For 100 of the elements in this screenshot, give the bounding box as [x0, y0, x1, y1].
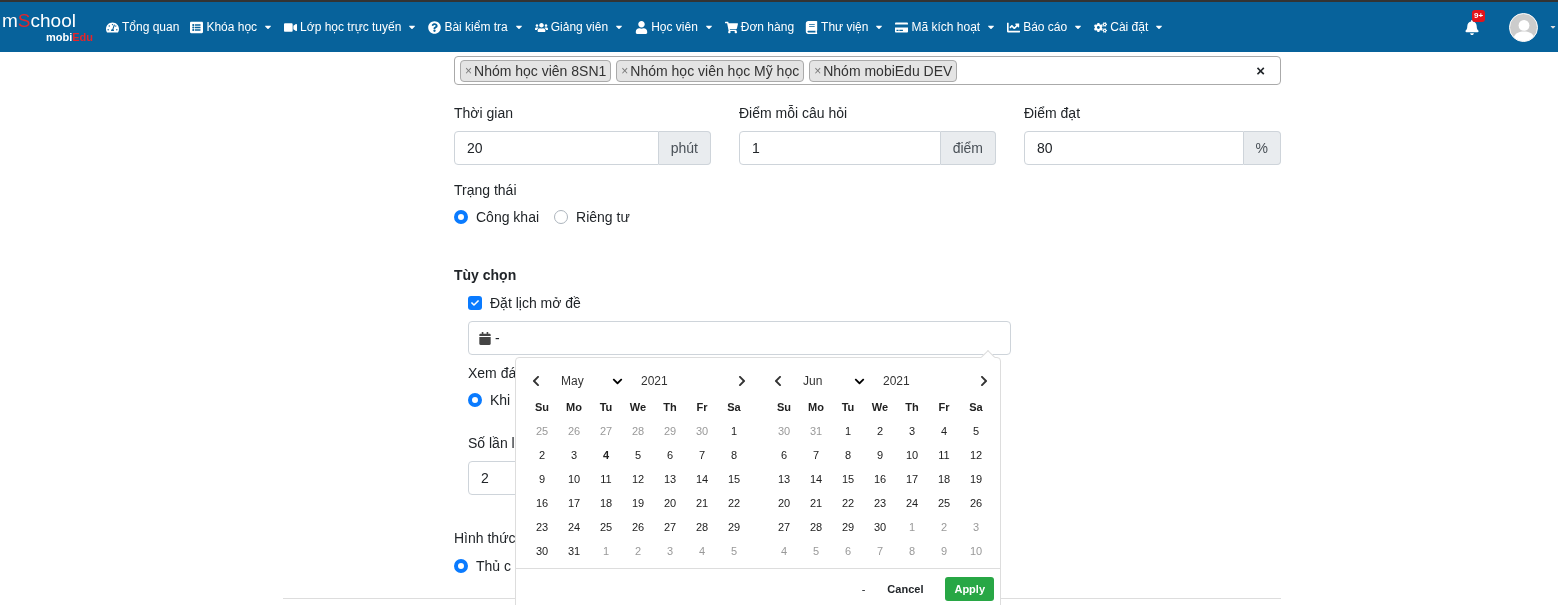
notifications-button[interactable] — [1465, 19, 1479, 35]
next-month-icon[interactable] — [979, 375, 989, 387]
calendar-day[interactable]: 7 — [800, 443, 832, 467]
calendar-day[interactable]: 1 — [832, 419, 864, 443]
calendar-day[interactable]: 3 — [558, 443, 590, 467]
cancel-button[interactable]: Cancel — [879, 577, 932, 601]
calendar-day[interactable]: 24 — [558, 515, 590, 539]
calendar-day[interactable]: 7 — [686, 443, 718, 467]
calendar-day[interactable]: 24 — [896, 491, 928, 515]
calendar-day[interactable]: 16 — [864, 467, 896, 491]
calendar-day[interactable]: 22 — [718, 491, 750, 515]
calendar-day[interactable]: 26 — [622, 515, 654, 539]
remove-tag-icon[interactable]: × — [814, 60, 822, 81]
group-select-field[interactable]: ×Nhóm học viên 8SN1 ×Nhóm học viên học Mỹ học ×Nhóm mobiEdu DEV × — [454, 56, 1281, 85]
calendar-day[interactable]: 21 — [686, 491, 718, 515]
next-month-icon[interactable] — [737, 375, 747, 387]
number-input[interactable]: 80 — [1024, 131, 1244, 165]
radio-option[interactable]: Khi — [468, 390, 511, 410]
calendar-day[interactable]: 2 — [526, 443, 558, 467]
nav-menu-item[interactable]: Cài đặt — [1094, 17, 1165, 37]
calendar-day[interactable]: 1 — [718, 419, 750, 443]
radio-button[interactable] — [468, 393, 482, 407]
calendar-day[interactable]: 4 — [928, 419, 960, 443]
avatar[interactable] — [1509, 12, 1538, 42]
calendar-day[interactable]: 31 — [558, 539, 590, 563]
calendar-day[interactable]: 29 — [718, 515, 750, 539]
calendar-day[interactable]: 4 — [590, 443, 622, 467]
radio-option[interactable]: Thủ c — [454, 556, 511, 576]
clear-selection-button[interactable]: × — [1256, 60, 1265, 81]
calendar-day[interactable]: 27 — [768, 515, 800, 539]
calendar-day[interactable]: 19 — [622, 491, 654, 515]
calendar-day[interactable]: 5 — [960, 419, 992, 443]
previous-month-icon[interactable] — [531, 375, 541, 387]
checkbox[interactable] — [468, 296, 482, 310]
calendar-day[interactable]: 25 — [590, 515, 622, 539]
date-range-input[interactable]: - — [468, 321, 1011, 355]
nav-menu-item[interactable]: Tổng quan — [106, 17, 180, 37]
calendar-day[interactable]: 28 — [686, 515, 718, 539]
calendar-day[interactable]: 27 — [654, 515, 686, 539]
nav-menu-item[interactable]: Học viên — [635, 17, 714, 37]
calendar-day[interactable]: 13 — [768, 467, 800, 491]
calendar-day[interactable]: 9 — [526, 467, 558, 491]
calendar-day[interactable]: 15 — [718, 467, 750, 491]
calendar-day[interactable]: 18 — [928, 467, 960, 491]
nav-menu-item[interactable]: Đơn hàng — [724, 17, 795, 37]
calendar-day[interactable]: 21 — [800, 491, 832, 515]
calendar-day[interactable]: 3 — [896, 419, 928, 443]
calendar-day[interactable]: 20 — [768, 491, 800, 515]
calendar-day[interactable]: 10 — [558, 467, 590, 491]
calendar-day[interactable]: 28 — [800, 515, 832, 539]
calendar-day[interactable]: 6 — [654, 443, 686, 467]
remove-tag-icon[interactable]: × — [621, 60, 629, 81]
calendar-day[interactable]: 12 — [960, 443, 992, 467]
calendar-day[interactable]: 17 — [896, 467, 928, 491]
radio-button[interactable] — [554, 210, 569, 224]
calendar-day[interactable]: 16 — [526, 491, 558, 515]
calendar-day[interactable]: 11 — [928, 443, 960, 467]
radio-option[interactable]: Riêng tư — [554, 207, 630, 227]
number-input[interactable]: 20 — [454, 131, 659, 165]
nav-menu-item[interactable]: Khóa học — [190, 17, 274, 37]
calendar-day[interactable]: 9 — [864, 443, 896, 467]
nav-menu-item[interactable]: Lớp học trực tuyến — [284, 17, 418, 37]
calendar-day[interactable]: 30 — [526, 539, 558, 563]
radio-option[interactable]: Công khai — [454, 207, 540, 227]
calendar-day[interactable]: 14 — [800, 467, 832, 491]
nav-menu-item[interactable]: Mã kích hoạt — [895, 17, 997, 37]
calendar-day[interactable]: 23 — [864, 491, 896, 515]
month-select[interactable]: May — [561, 371, 623, 391]
calendar-day[interactable]: 30 — [864, 515, 896, 539]
nav-menu-item[interactable]: Bài kiểm tra — [428, 17, 524, 37]
logo[interactable]: mSchool mobiEdu — [0, 11, 96, 43]
month-select[interactable]: Jun — [803, 371, 865, 391]
calendar-day[interactable]: 11 — [590, 467, 622, 491]
calendar-day[interactable]: 14 — [686, 467, 718, 491]
calendar-day[interactable]: 5 — [622, 443, 654, 467]
radio-button[interactable] — [454, 559, 468, 573]
calendar-day[interactable]: 20 — [654, 491, 686, 515]
calendar-day[interactable]: 18 — [590, 491, 622, 515]
calendar-day[interactable]: 15 — [832, 467, 864, 491]
calendar-day[interactable]: 13 — [654, 467, 686, 491]
calendar-day[interactable]: 23 — [526, 515, 558, 539]
calendar-day[interactable]: 2 — [864, 419, 896, 443]
radio-button[interactable] — [454, 210, 468, 224]
remove-tag-icon[interactable]: × — [465, 60, 472, 81]
nav-menu-item[interactable]: Giảng viên — [534, 17, 625, 37]
calendar-day[interactable]: 25 — [928, 491, 960, 515]
calendar-day[interactable]: 6 — [768, 443, 800, 467]
calendar-day[interactable]: 29 — [832, 515, 864, 539]
calendar-day[interactable]: 8 — [832, 443, 864, 467]
calendar-day[interactable]: 17 — [558, 491, 590, 515]
previous-month-icon[interactable] — [773, 375, 783, 387]
calendar-day[interactable]: 8 — [718, 443, 750, 467]
calendar-day[interactable]: 12 — [622, 467, 654, 491]
calendar-day[interactable]: 22 — [832, 491, 864, 515]
number-input[interactable]: 1 — [739, 131, 941, 165]
calendar-day[interactable]: 10 — [896, 443, 928, 467]
checkbox-option[interactable]: Đặt lịch mở đề — [468, 293, 581, 313]
nav-menu-item[interactable]: Thư viện — [805, 17, 885, 37]
calendar-day[interactable]: 19 — [960, 467, 992, 491]
calendar-day[interactable]: 26 — [960, 491, 992, 515]
